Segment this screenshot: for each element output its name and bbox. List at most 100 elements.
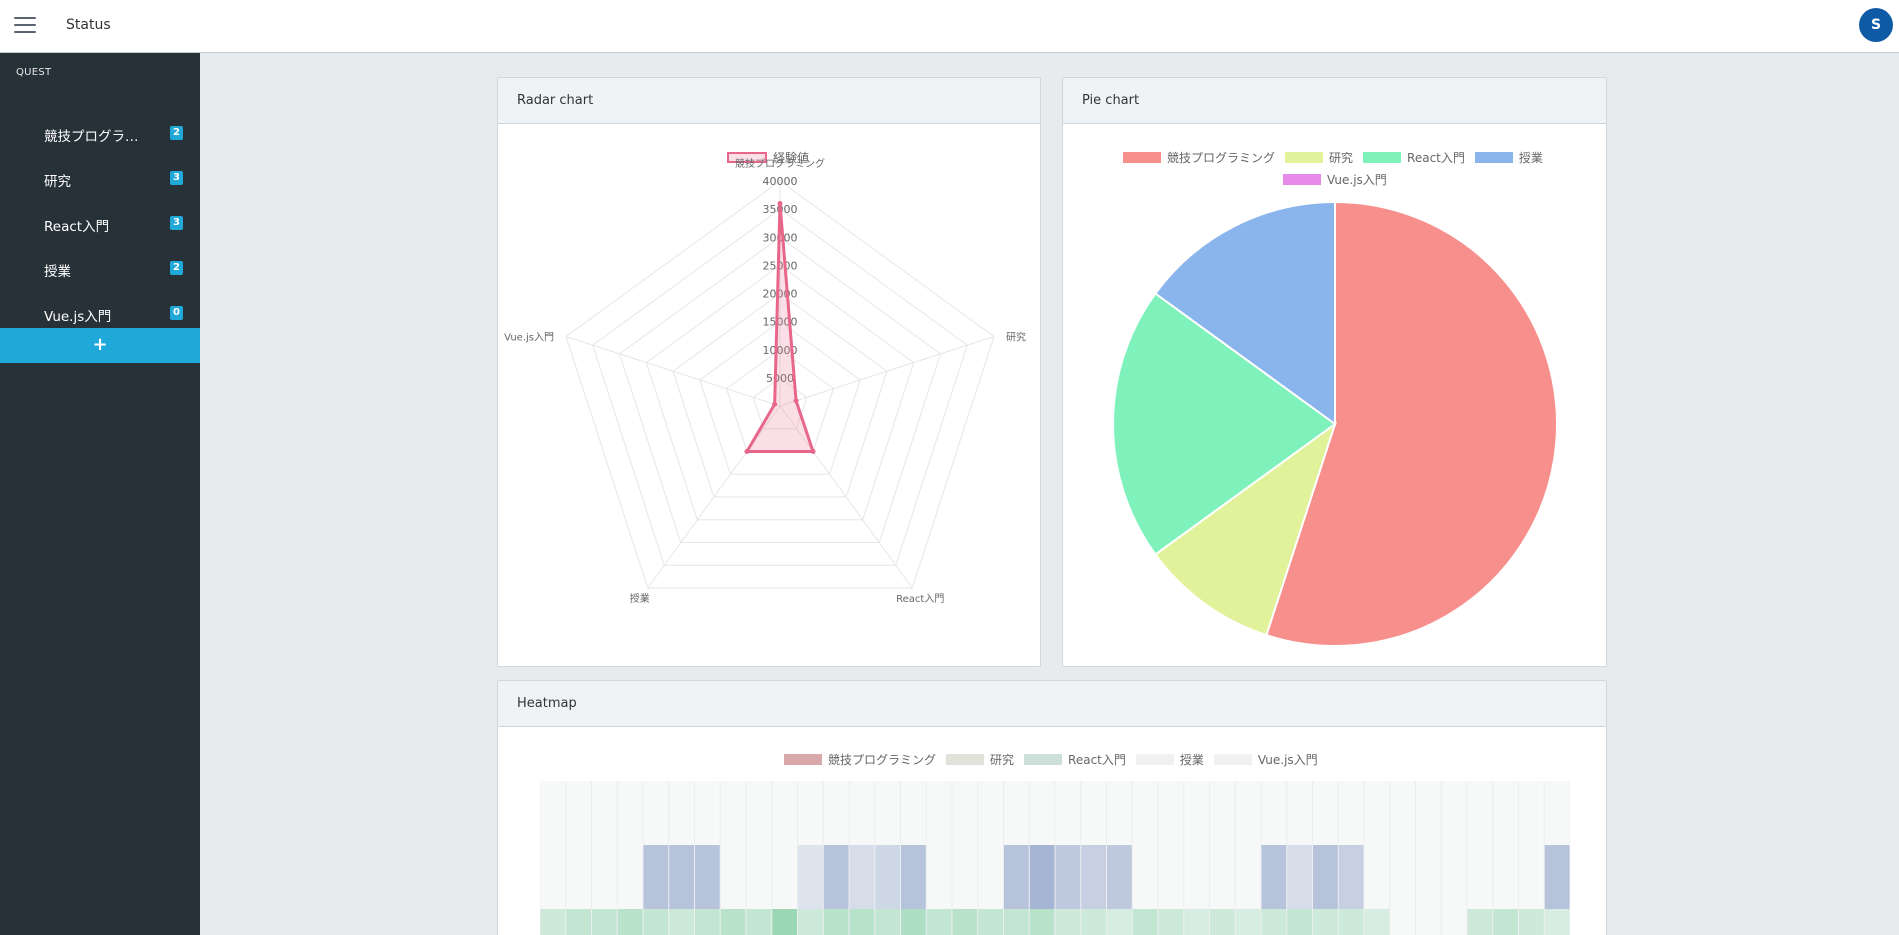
- legend-label: 授業: [1179, 753, 1204, 767]
- heatmap-cell[interactable]: [1029, 845, 1055, 909]
- add-quest-button[interactable]: +: [0, 328, 200, 363]
- sidebar-item-class[interactable]: 授業 2: [0, 246, 200, 291]
- heatmap-cell[interactable]: [926, 909, 952, 935]
- heatmap-cell[interactable]: [798, 845, 823, 909]
- heatmap-cell[interactable]: [1004, 845, 1029, 909]
- quest-count-badge: 3: [170, 171, 183, 185]
- heatmap-cell[interactable]: [695, 909, 720, 935]
- heatmap-cell[interactable]: [1029, 909, 1055, 935]
- heatmap-cell[interactable]: [540, 909, 566, 935]
- heatmap-cell[interactable]: [669, 909, 694, 935]
- heatmap-cell[interactable]: [1132, 909, 1158, 935]
- heatmap-cell[interactable]: [1055, 909, 1081, 935]
- heatmap-cell[interactable]: [849, 845, 875, 909]
- heatmap-cell[interactable]: [875, 909, 900, 935]
- sidebar-item-competitive-programming[interactable]: 競技プログラミング 2: [0, 111, 200, 156]
- legend-item[interactable]: React入門: [1024, 751, 1126, 768]
- heatmap-cell[interactable]: [1107, 909, 1132, 935]
- legend-label: React入門: [1068, 753, 1126, 767]
- quest-count-badge: 0: [170, 306, 183, 320]
- legend-item[interactable]: Vue.js入門: [1213, 751, 1318, 768]
- radar-point[interactable]: [744, 449, 750, 455]
- heatmap-cell[interactable]: [1313, 845, 1338, 909]
- heatmap-cell[interactable]: [1184, 909, 1209, 935]
- sidebar-item-react[interactable]: React入門 3: [0, 201, 200, 246]
- sidebar-item-label: 競技プログラミング: [44, 129, 142, 145]
- heatmap-cell[interactable]: [1519, 909, 1544, 935]
- heatmap-cell[interactable]: [772, 909, 797, 935]
- legend-item[interactable]: 授業: [1135, 751, 1204, 768]
- heatmap-cell[interactable]: [901, 845, 926, 909]
- heatmap-cell[interactable]: [643, 845, 669, 909]
- heatmap-cell[interactable]: [1055, 845, 1081, 909]
- heatmap-cell[interactable]: [978, 909, 1003, 935]
- heatmap-cell[interactable]: [1338, 845, 1364, 909]
- pie-chart-card: Pie chart 競技プログラミング 研究 React入門 授業 Vue.js入門: [1062, 77, 1607, 667]
- sidebar-item-research[interactable]: 研究 3: [0, 156, 200, 201]
- heatmap-cell[interactable]: [1493, 909, 1518, 935]
- radar-chart-body: 経験値 500010000150002000025000300003500040…: [498, 124, 1040, 666]
- heatmap-cell[interactable]: [1364, 909, 1390, 935]
- heatmap-cell[interactable]: [1261, 909, 1287, 935]
- heatmap-cell[interactable]: [1313, 909, 1338, 935]
- heatmap-cell[interactable]: [1544, 845, 1570, 909]
- radar-point[interactable]: [772, 401, 778, 407]
- heatmap-cell[interactable]: [1467, 909, 1493, 935]
- legend-swatch: [946, 754, 985, 765]
- radar-axis-line: [565, 335, 781, 407]
- legend-item[interactable]: 研究: [946, 751, 1014, 768]
- pie-chart-body: 競技プログラミング 研究 React入門 授業 Vue.js入門: [1063, 124, 1606, 666]
- heatmap-cell[interactable]: [1081, 845, 1106, 909]
- radar-tick-label: 40000: [763, 175, 798, 188]
- heatmap-cell[interactable]: [617, 909, 643, 935]
- legend-swatch: [784, 754, 822, 765]
- radar-point-label: 競技プログラミング: [735, 157, 825, 170]
- heatmap-cell[interactable]: [1338, 909, 1364, 935]
- heatmap-cell[interactable]: [1544, 909, 1570, 935]
- radar-point[interactable]: [777, 201, 783, 206]
- heatmap-cell[interactable]: [901, 909, 926, 935]
- top-bar: Status S: [0, 0, 1899, 53]
- heatmap-cell[interactable]: [823, 845, 849, 909]
- heatmap-cell[interactable]: [1004, 909, 1029, 935]
- legend-label: 研究: [990, 753, 1015, 767]
- sidebar-item-label: React入門: [44, 219, 110, 235]
- heatmap-cell[interactable]: [592, 909, 617, 935]
- radar-point[interactable]: [810, 449, 816, 455]
- heatmap-cell[interactable]: [695, 845, 720, 909]
- heatmap-cell[interactable]: [720, 909, 746, 935]
- heatmap-card: Heatmap 競技プログラミング 研究 React入門 授業 Vue.js入門: [497, 680, 1607, 935]
- heatmap-cell[interactable]: [849, 909, 875, 935]
- legend-item[interactable]: 競技プログラミング: [784, 751, 936, 768]
- heatmap-cell[interactable]: [643, 909, 669, 935]
- avatar[interactable]: S: [1859, 8, 1893, 42]
- heatmap-cell[interactable]: [952, 909, 978, 935]
- heatmap-cell[interactable]: [1261, 845, 1287, 909]
- radar-chart-card: Radar chart 経験値 500010000150002000025000…: [497, 77, 1041, 667]
- sidebar-item-label: 研究: [44, 174, 71, 190]
- menu-icon[interactable]: [14, 17, 36, 33]
- heatmap-cell[interactable]: [1287, 845, 1312, 909]
- heatmap-cell[interactable]: [1287, 909, 1312, 935]
- radar-chart: 500010000150002000025000300003500040000競…: [504, 157, 1026, 605]
- heatmap-cell[interactable]: [746, 909, 772, 935]
- heatmap-cell[interactable]: [823, 909, 849, 935]
- heatmap-cell[interactable]: [1107, 845, 1132, 909]
- radar-point[interactable]: [793, 398, 799, 404]
- heatmap-cell[interactable]: [1235, 909, 1261, 935]
- heatmap-cell[interactable]: [669, 845, 694, 909]
- heatmap-legend: 競技プログラミング 研究 React入門 授業 Vue.js入門: [784, 751, 1328, 768]
- heatmap-cell[interactable]: [875, 845, 900, 909]
- heatmap-cell[interactable]: [566, 909, 591, 935]
- card-title: Radar chart: [498, 78, 1040, 124]
- heatmap-cell[interactable]: [1158, 909, 1184, 935]
- radar-series-area: [745, 202, 815, 454]
- radar-point-label: 研究: [1006, 330, 1026, 343]
- radar-point-label: React入門: [896, 593, 944, 605]
- legend-label: 競技プログラミング: [828, 753, 937, 767]
- heatmap-cell[interactable]: [798, 909, 823, 935]
- heatmap-cell[interactable]: [1210, 909, 1235, 935]
- heatmap-cell[interactable]: [1081, 909, 1106, 935]
- radar-point-label: 授業: [630, 592, 650, 605]
- sidebar-item-label: Vue.js入門: [44, 309, 112, 325]
